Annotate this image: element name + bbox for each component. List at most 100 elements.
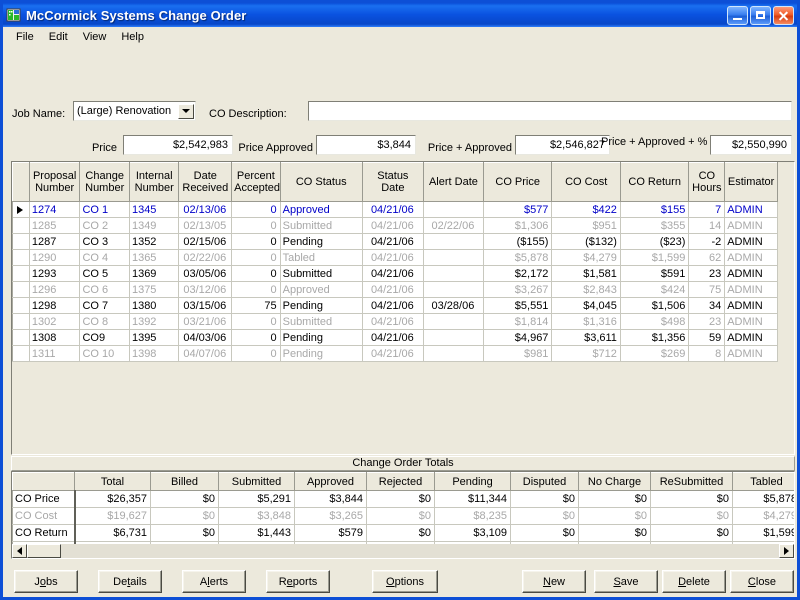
col-change-number[interactable]: Change Number: [80, 163, 130, 202]
grid-cell[interactable]: 02/22/06: [423, 218, 483, 234]
totals-row[interactable]: CO Return$6,731$0$1,443$579$0$3,109$0$0$…: [13, 525, 796, 542]
grid-cell[interactable]: 1398: [129, 346, 179, 362]
totals-cell[interactable]: $3,109: [435, 525, 511, 542]
new-button[interactable]: New: [522, 570, 586, 593]
totals-cell[interactable]: $1,443: [219, 525, 295, 542]
grid-cell[interactable]: Pending: [280, 298, 362, 314]
grid-cell[interactable]: 7: [689, 202, 725, 218]
grid-cell[interactable]: Tabled: [280, 250, 362, 266]
grid-cell[interactable]: ($132): [552, 234, 620, 250]
maximize-button[interactable]: [750, 6, 771, 25]
grid-cell[interactable]: $355: [620, 218, 688, 234]
grid-cell[interactable]: $4,045: [552, 298, 620, 314]
grid-cell[interactable]: $1,506: [620, 298, 688, 314]
grid-cell[interactable]: [423, 234, 483, 250]
tot-col-disputed[interactable]: Disputed: [511, 473, 579, 491]
grid-cell[interactable]: 02/15/06: [179, 234, 232, 250]
chevron-down-icon[interactable]: [178, 104, 194, 119]
col-status-date[interactable]: Status Date: [362, 163, 423, 202]
grid-cell[interactable]: 02/13/06: [179, 202, 232, 218]
grid-cell[interactable]: 1285: [29, 218, 80, 234]
grid-cell[interactable]: Pending: [280, 346, 362, 362]
jobs-button[interactable]: Jobs: [14, 570, 78, 593]
close-window-button[interactable]: [773, 6, 794, 25]
grid-cell[interactable]: $712: [552, 346, 620, 362]
tot-col-pending[interactable]: Pending: [435, 473, 511, 491]
totals-cell[interactable]: $26,357: [75, 491, 151, 508]
totals-row-label[interactable]: CO Cost: [13, 508, 75, 525]
scroll-right-button[interactable]: [779, 544, 794, 558]
grid-cell[interactable]: ADMIN: [725, 282, 778, 298]
menu-help[interactable]: Help: [114, 30, 152, 44]
grid-cell[interactable]: [423, 202, 483, 218]
grid-cell[interactable]: [423, 330, 483, 346]
grid-cell[interactable]: 34: [689, 298, 725, 314]
totals-row-label[interactable]: CO Price: [13, 491, 75, 508]
grid-cell[interactable]: $1,306: [483, 218, 551, 234]
tot-col-approved[interactable]: Approved: [295, 473, 367, 491]
totals-cell[interactable]: $0: [511, 508, 579, 525]
totals-cell[interactable]: $0: [151, 525, 219, 542]
price-approved-input[interactable]: $3,844: [316, 135, 416, 155]
totals-cell[interactable]: $0: [367, 525, 435, 542]
grid-cell[interactable]: 1298: [29, 298, 80, 314]
delete-button[interactable]: Delete: [662, 570, 726, 593]
totals-cell[interactable]: $3,265: [295, 508, 367, 525]
grid-cell[interactable]: 23: [689, 314, 725, 330]
job-name-dropdown[interactable]: (Large) Renovation: [73, 101, 196, 121]
grid-cell[interactable]: 04/21/06: [362, 346, 423, 362]
totals-cell[interactable]: $579: [295, 525, 367, 542]
grid-cell[interactable]: CO 3: [80, 234, 130, 250]
grid-cell[interactable]: $5,551: [483, 298, 551, 314]
grid-cell[interactable]: [423, 282, 483, 298]
grid-cell[interactable]: Approved: [280, 202, 362, 218]
grid-cell[interactable]: 0: [232, 234, 280, 250]
totals-row[interactable]: CO Cost$19,627$0$3,848$3,265$0$8,235$0$0…: [13, 508, 796, 525]
grid-cell[interactable]: CO 5: [80, 266, 130, 282]
grid-cell[interactable]: CO 6: [80, 282, 130, 298]
grid-cell[interactable]: 1296: [29, 282, 80, 298]
totals-cell[interactable]: $0: [367, 508, 435, 525]
grid-cell[interactable]: 1380: [129, 298, 179, 314]
row-selector[interactable]: [13, 330, 30, 346]
grid-cell[interactable]: 0: [232, 202, 280, 218]
grid-cell[interactable]: ($23): [620, 234, 688, 250]
table-row[interactable]: 1274CO 1134502/13/060Approved04/21/06$57…: [13, 202, 778, 218]
col-co-status[interactable]: CO Status: [280, 163, 362, 202]
totals-cell[interactable]: $0: [579, 491, 651, 508]
grid-cell[interactable]: 03/05/06: [179, 266, 232, 282]
col-alert-date[interactable]: Alert Date: [423, 163, 483, 202]
grid-cell[interactable]: 75: [689, 282, 725, 298]
save-button[interactable]: Save: [594, 570, 658, 593]
grid-cell[interactable]: 14: [689, 218, 725, 234]
grid-cell[interactable]: 1395: [129, 330, 179, 346]
totals-cell[interactable]: $0: [511, 525, 579, 542]
close-button[interactable]: Close: [730, 570, 794, 593]
co-description-input[interactable]: [308, 101, 792, 121]
grid-cell[interactable]: 0: [232, 282, 280, 298]
grid-cell[interactable]: ADMIN: [725, 202, 778, 218]
grid-cell[interactable]: $1,356: [620, 330, 688, 346]
grid-cell[interactable]: 04/21/06: [362, 218, 423, 234]
table-row[interactable]: 1308CO9139504/03/060Pending04/21/06$4,96…: [13, 330, 778, 346]
col-internal-number[interactable]: Internal Number: [129, 163, 179, 202]
scrollbar-thumb[interactable]: [27, 544, 61, 558]
grid-cell[interactable]: ADMIN: [725, 266, 778, 282]
grid-cell[interactable]: 1311: [29, 346, 80, 362]
grid-cell[interactable]: 1308: [29, 330, 80, 346]
menu-edit[interactable]: Edit: [42, 30, 76, 44]
row-selector[interactable]: [13, 234, 30, 250]
totals-row-label[interactable]: CO Return: [13, 525, 75, 542]
grid-cell[interactable]: 04/21/06: [362, 282, 423, 298]
col-co-price[interactable]: CO Price: [483, 163, 551, 202]
table-row[interactable]: 1287CO 3135202/15/060Pending04/21/06($15…: [13, 234, 778, 250]
table-row[interactable]: 1302CO 8139203/21/060Submitted04/21/06$1…: [13, 314, 778, 330]
grid-cell[interactable]: 04/07/06: [179, 346, 232, 362]
tot-col-resubmitted[interactable]: ReSubmitted: [651, 473, 733, 491]
totals-cell[interactable]: $3,848: [219, 508, 295, 525]
totals-cell[interactable]: $0: [579, 508, 651, 525]
grid-cell[interactable]: ADMIN: [725, 250, 778, 266]
table-row[interactable]: 1298CO 7138003/15/0675Pending04/21/0603/…: [13, 298, 778, 314]
totals-row[interactable]: CO Price$26,357$0$5,291$3,844$0$11,344$0…: [13, 491, 796, 508]
grid-cell[interactable]: $1,316: [552, 314, 620, 330]
